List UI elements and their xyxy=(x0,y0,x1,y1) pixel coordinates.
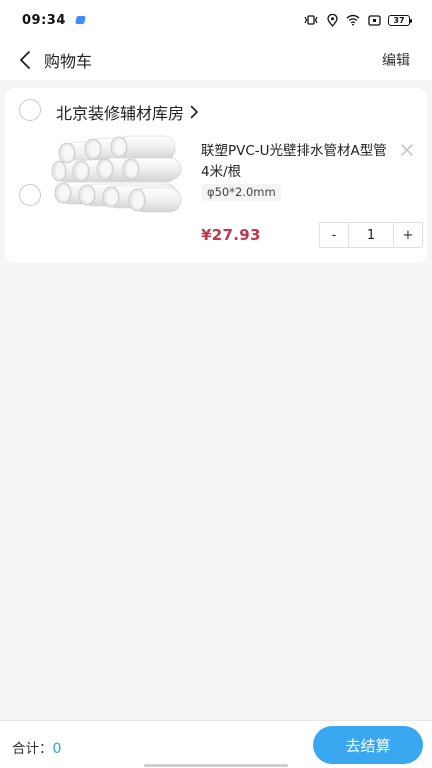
edit-button[interactable]: 编辑 xyxy=(382,50,410,70)
product-spec-tag[interactable]: φ50*2.0mm xyxy=(202,184,281,201)
battery-icon: 37 xyxy=(388,14,412,26)
item-select-radio[interactable] xyxy=(19,184,41,206)
cart-store-card: 北京装修辅材库房 联塑PVC-U光壁排水管材A型管 4米/根 φ50*2.0mm… xyxy=(5,88,427,263)
checkout-bar: 合计：0 去结算 xyxy=(0,720,432,768)
product-name[interactable]: 联塑PVC-U光壁排水管材A型管 4米/根 xyxy=(201,141,391,183)
quantity-increase-button[interactable]: + xyxy=(394,223,422,247)
nav-bar: 购物车 编辑 xyxy=(0,40,432,80)
wifi-icon xyxy=(346,14,360,26)
close-icon xyxy=(401,144,413,156)
screen-icon xyxy=(367,14,381,26)
product-price: ¥27.93 xyxy=(201,226,261,244)
total-label: 合计： xyxy=(12,741,53,757)
quantity-value[interactable]: 1 xyxy=(348,223,394,247)
quantity-decrease-button[interactable]: - xyxy=(320,223,348,247)
page-title: 购物车 xyxy=(44,52,93,71)
store-select-radio[interactable] xyxy=(19,99,41,121)
app-notification-icon xyxy=(75,16,86,24)
store-name: 北京装修辅材库房 xyxy=(56,104,185,123)
vibrate-icon xyxy=(304,14,318,26)
checkout-button[interactable]: 去结算 xyxy=(313,726,423,764)
total-summary: 合计：0 xyxy=(12,737,61,757)
store-name-link[interactable]: 北京装修辅材库房 xyxy=(56,100,199,124)
total-value: 0 xyxy=(52,741,62,757)
home-indicator[interactable] xyxy=(144,764,288,767)
status-icons: 37 xyxy=(304,13,412,27)
product-image[interactable] xyxy=(51,134,187,230)
status-bar: 09:34 37 xyxy=(0,0,432,40)
quantity-stepper: - 1 + xyxy=(319,222,423,248)
back-button[interactable] xyxy=(14,49,36,71)
status-time: 09:34 xyxy=(22,12,66,28)
remove-item-button[interactable] xyxy=(400,142,414,156)
chevron-left-icon xyxy=(20,51,30,69)
chevron-right-icon xyxy=(190,105,199,119)
location-icon xyxy=(325,13,339,27)
